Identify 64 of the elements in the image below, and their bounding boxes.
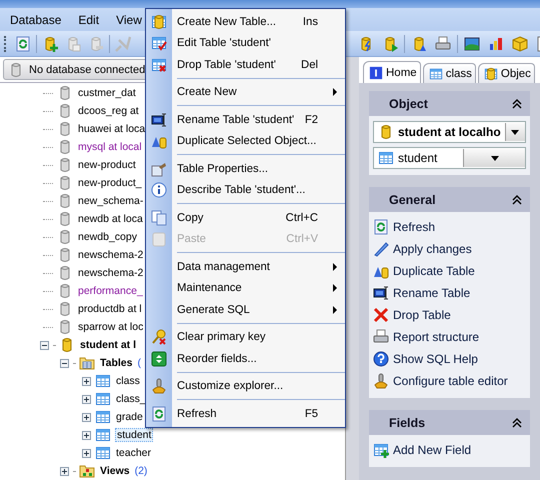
menu-entry[interactable]: Clear primary key: [146, 326, 345, 348]
item-count: (2): [134, 465, 148, 477]
menu-entry[interactable]: Rename Table 'student' F2: [146, 109, 345, 130]
tree-node[interactable]: student at l: [79, 339, 138, 351]
menu-entry[interactable]: Copy Ctrl+C: [146, 207, 345, 228]
folder-node[interactable]: Views: [99, 465, 131, 477]
menu-entry[interactable]: Refresh F5: [146, 403, 345, 424]
section-header[interactable]: Object: [369, 91, 530, 116]
action-link[interactable]: Drop Table: [373, 304, 530, 326]
tab[interactable]: class: [422, 63, 476, 83]
action-link[interactable]: Configure table editor: [373, 370, 530, 392]
tree-node[interactable]: dcoos_reg at: [77, 105, 140, 117]
menu-entry[interactable]: Customize explorer...: [146, 376, 345, 397]
tree-node[interactable]: newdb_copy: [77, 231, 138, 243]
tree-node[interactable]: huawei at loca: [77, 123, 146, 135]
tree-node[interactable]: sparrow at loc: [77, 321, 144, 333]
action-link[interactable]: Rename Table: [373, 282, 530, 304]
menu-entry[interactable]: Reorder fields...: [146, 348, 345, 370]
tree-node[interactable]: new_schema-: [77, 195, 144, 207]
menu-entry[interactable]: Drop Table 'student' Del: [146, 54, 345, 76]
section-header[interactable]: Fields: [369, 410, 530, 435]
tab[interactable]: Objec: [478, 63, 535, 83]
tree-leaf[interactable]: grade: [115, 411, 144, 423]
menu-item[interactable]: Edit: [72, 10, 106, 28]
section-header[interactable]: General: [369, 187, 530, 212]
tree-node[interactable]: new-product_: [77, 177, 143, 189]
menu-item[interactable]: Database: [4, 10, 68, 28]
menu-entry[interactable]: Duplicate Selected Object...: [146, 130, 345, 152]
tree-node[interactable]: newschema-2: [77, 267, 144, 279]
tree-node[interactable]: mysql at local: [77, 141, 143, 153]
tree-node[interactable]: newschema-2: [77, 249, 144, 261]
menu-entry[interactable]: Data management: [146, 256, 345, 278]
tree-node[interactable]: custmer_dat: [77, 87, 137, 99]
menu-entry[interactable]: Describe Table 'student'...: [146, 180, 345, 201]
tree-node[interactable]: newdb at loca: [77, 213, 144, 225]
section-title: Fields: [389, 416, 426, 430]
menu-entry[interactable]: Generate SQL: [146, 299, 345, 320]
action-link[interactable]: Apply changes: [373, 238, 530, 260]
tree-node[interactable]: performance_: [77, 285, 144, 297]
folder-node[interactable]: Tables: [99, 357, 134, 369]
section-title: Object: [389, 96, 428, 110]
action-link[interactable]: Add New Field: [373, 439, 530, 461]
menu-entry[interactable]: Edit Table 'student': [146, 32, 345, 54]
section-title: General: [389, 192, 436, 206]
connection-status: No database connected: [29, 64, 146, 76]
menu-entry[interactable]: Table Properties...: [146, 158, 345, 180]
database-select[interactable]: student at localho: [373, 121, 526, 143]
menu-entry[interactable]: Create New: [146, 82, 345, 103]
tree-leaf[interactable]: class_: [115, 393, 147, 405]
table-select[interactable]: student: [373, 147, 526, 169]
menu-item[interactable]: View: [110, 10, 148, 28]
item-count: (: [137, 357, 141, 369]
menu-entry[interactable]: Create New Table... Ins: [146, 11, 345, 32]
action-link[interactable]: Duplicate Table: [373, 260, 530, 282]
action-link[interactable]: Report structure: [373, 326, 530, 348]
tree-node[interactable]: new-product: [77, 159, 137, 171]
tree-node[interactable]: productdb at l: [77, 303, 143, 315]
tree-leaf[interactable]: student: [115, 428, 154, 442]
action-link[interactable]: Show SQL Help: [373, 348, 530, 370]
action-link[interactable]: Refresh: [373, 216, 530, 238]
tree-leaf[interactable]: teacher: [115, 447, 152, 459]
menu-entry[interactable]: Maintenance: [146, 278, 345, 299]
tree-leaf[interactable]: class: [115, 375, 141, 387]
tab[interactable]: Home: [363, 61, 421, 83]
